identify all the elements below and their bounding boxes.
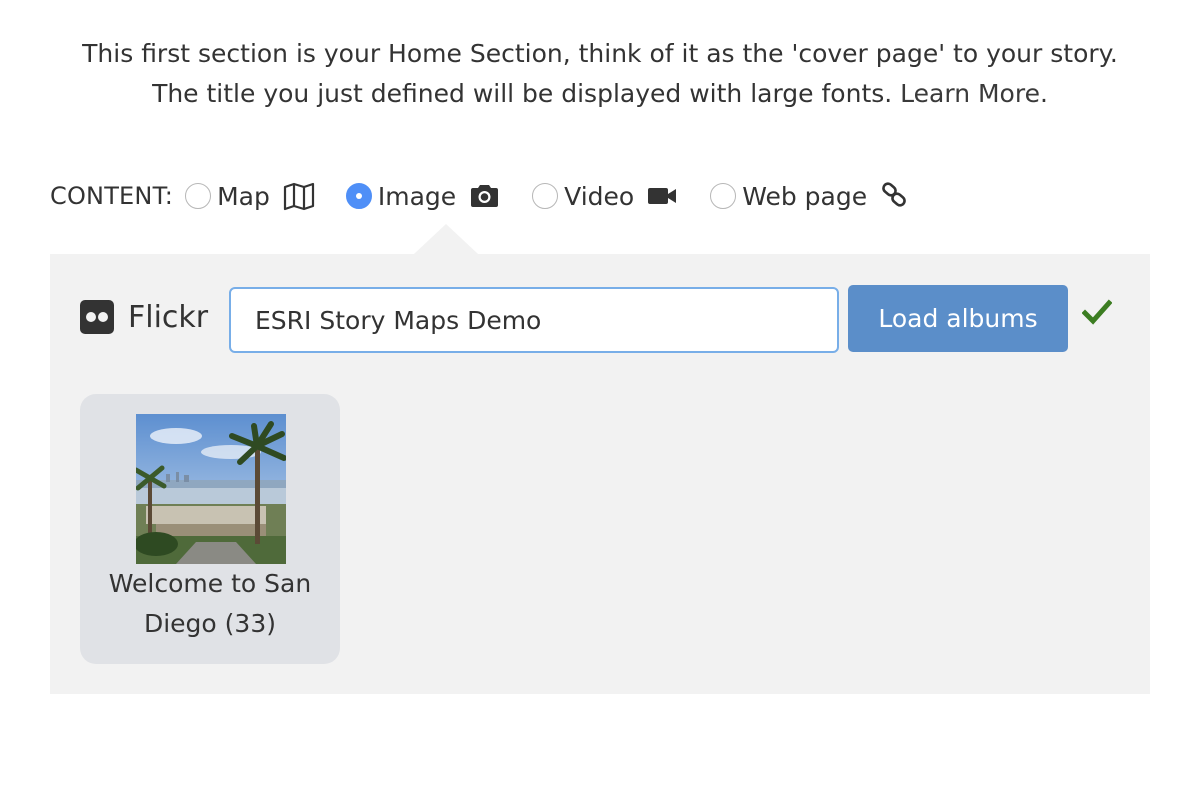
album-title: Welcome to San Diego (33) (80, 564, 340, 644)
video-option-label: Video (564, 181, 635, 211)
content-type-selector: CONTENT: Map Image Video Web page (50, 172, 943, 220)
album-title-line-2: Diego (33) (143, 609, 276, 638)
map-option-label: Map (217, 181, 270, 211)
map-radio[interactable] (185, 183, 212, 209)
content-label: CONTENT: (50, 182, 174, 210)
webpage-radio[interactable] (710, 183, 737, 209)
intro-line-2: The title you just defined will be displ… (0, 74, 1200, 114)
flickr-label: Flickr (128, 300, 209, 335)
link-icon (879, 181, 913, 211)
panel-pointer (414, 224, 478, 254)
content-option-webpage[interactable]: Web page (710, 181, 913, 211)
intro-text: This first section is your Home Section,… (0, 34, 1200, 114)
video-camera-icon (646, 181, 680, 211)
album-card[interactable]: Welcome to San Diego (33) (80, 394, 340, 664)
camera-icon (468, 181, 502, 211)
album-thumbnail (136, 414, 286, 564)
album-title-line-1: Welcome to San (108, 569, 312, 598)
content-option-image[interactable]: Image (345, 181, 502, 211)
map-icon (282, 181, 316, 211)
intro-line-2-text: The title you just defined will be displ… (152, 79, 893, 108)
image-radio[interactable] (345, 183, 372, 209)
video-radio[interactable] (532, 183, 559, 209)
image-option-label: Image (377, 181, 457, 211)
learn-more-link[interactable]: Learn More (900, 79, 1040, 108)
content-option-map[interactable]: Map (185, 181, 316, 211)
flickr-user-input[interactable] (229, 287, 839, 353)
webpage-option-label: Web page (742, 181, 868, 211)
intro-line-1: This first section is your Home Section,… (82, 39, 1118, 68)
checkmark-icon (1081, 298, 1113, 326)
load-albums-button[interactable]: Load albums (848, 285, 1068, 352)
intro-period: . (1039, 79, 1048, 108)
content-option-video[interactable]: Video (532, 181, 680, 211)
flickr-icon (80, 300, 114, 334)
